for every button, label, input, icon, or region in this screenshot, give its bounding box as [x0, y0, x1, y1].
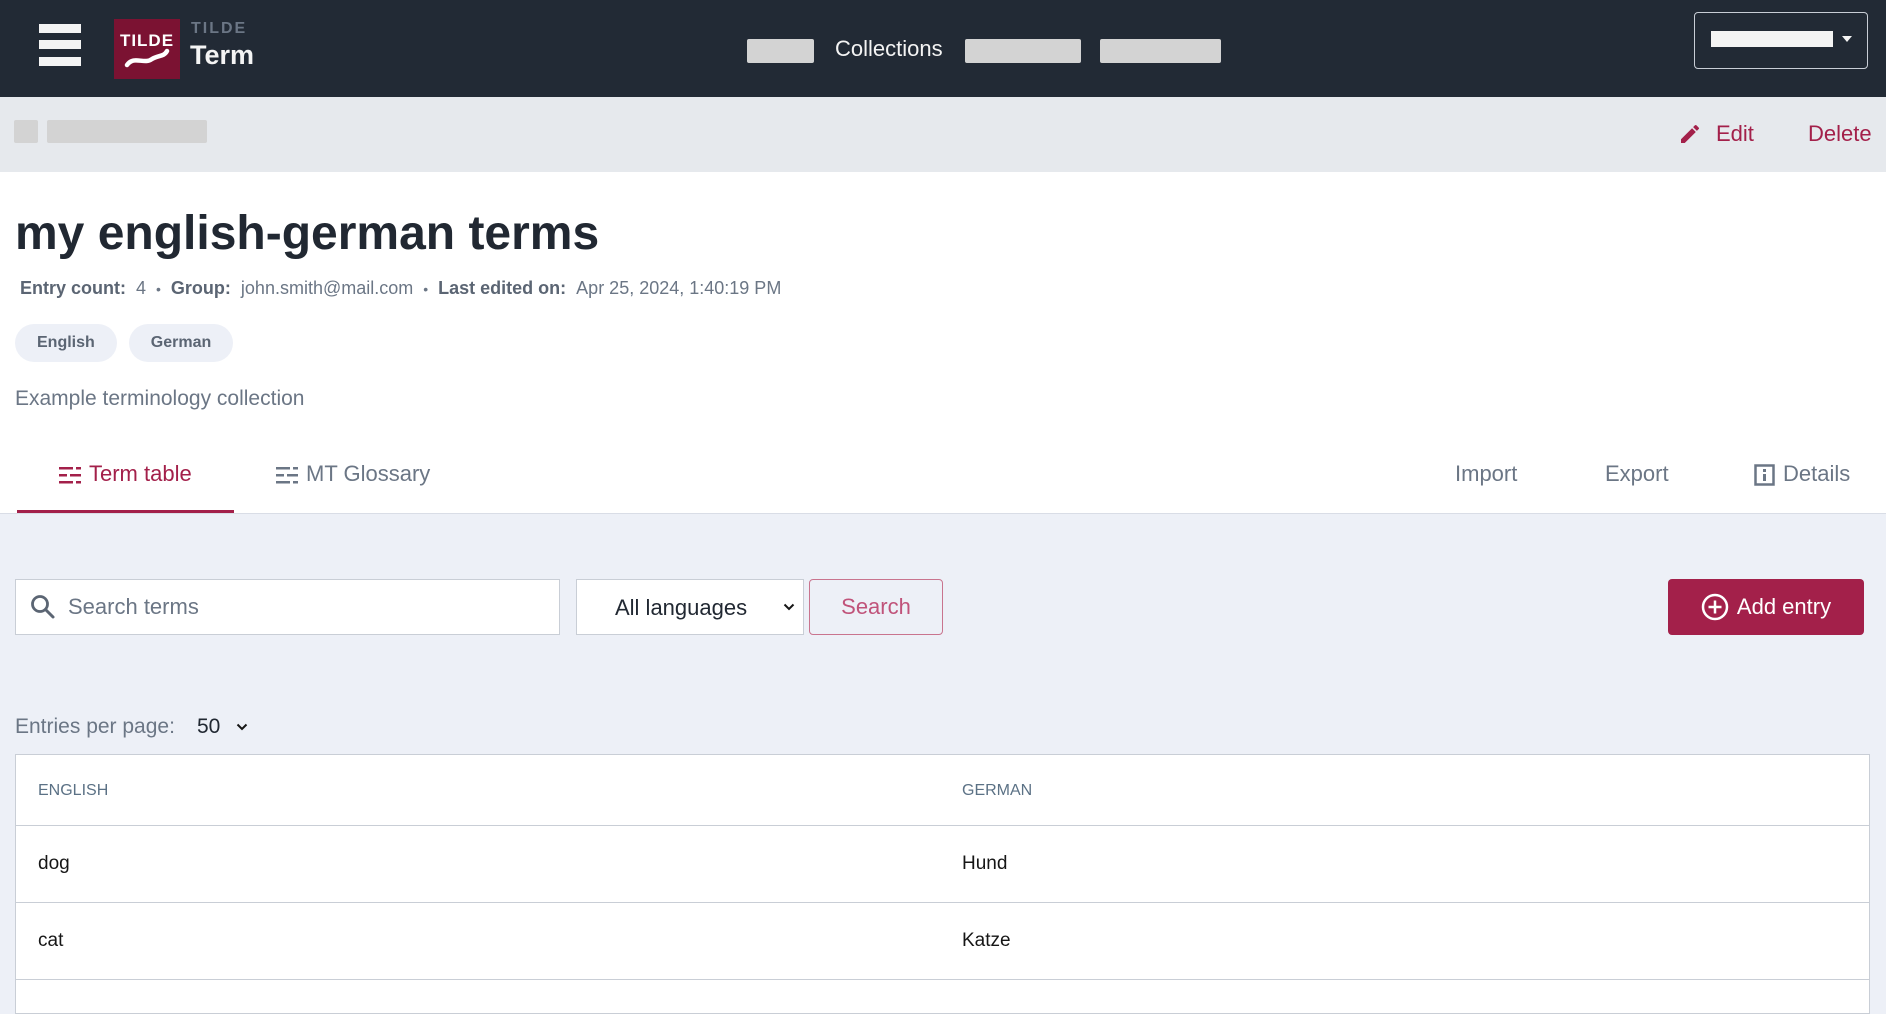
add-entry-button[interactable]: Add entry — [1668, 579, 1864, 635]
table-row[interactable]: dog Hund — [16, 826, 1869, 903]
last-edited-value: Apr 25, 2024, 1:40:19 PM — [576, 278, 782, 298]
edit-button[interactable]: Edit — [1678, 119, 1754, 149]
add-entry-label: Add entry — [1736, 594, 1832, 619]
brand-product-name: Term — [190, 40, 255, 70]
user-menu-dropdown[interactable] — [1694, 12, 1868, 69]
table-row[interactable]: cat Katze — [16, 903, 1869, 980]
info-icon — [1754, 464, 1775, 486]
tilde-logo[interactable]: TILDE — [114, 19, 180, 79]
collection-description: Example terminology collection — [15, 387, 305, 410]
collection-info: my english-german terms Entry count: 4 •… — [0, 172, 1886, 514]
cell-english: cat — [38, 930, 64, 951]
tab-term-table[interactable]: Term table — [59, 461, 192, 513]
search-terms-field[interactable] — [15, 579, 560, 635]
language-tag: English — [15, 324, 117, 362]
delete-button[interactable]: Delete — [1808, 121, 1872, 147]
pencil-icon — [1681, 124, 1700, 143]
last-edited-label: Last edited on: — [438, 278, 567, 298]
column-header-german[interactable]: GERMAN — [962, 782, 1032, 800]
plus-circle-icon — [1701, 593, 1729, 621]
list-icon — [276, 467, 298, 484]
nav-item-redacted-3[interactable] — [1100, 39, 1221, 63]
chevron-down-icon — [783, 603, 795, 611]
chevron-down-icon — [237, 723, 248, 731]
separator-dot: • — [156, 280, 161, 297]
tab-label: Term table — [89, 461, 192, 486]
entries-per-page-label: Entries per page: — [15, 715, 175, 738]
group-value: john.smith@mail.com — [240, 278, 414, 298]
language-tag: German — [128, 324, 234, 362]
details-button[interactable]: Details — [1754, 461, 1850, 487]
term-table: ENGLISH GERMAN dog Hund cat Katze — [15, 754, 1870, 1014]
entry-count-label: Entry count: — [20, 278, 126, 298]
import-button[interactable]: Import — [1455, 461, 1517, 487]
user-name-redacted — [1711, 31, 1833, 47]
column-header-english[interactable]: ENGLISH — [38, 782, 108, 800]
brand-company: TILDE — [191, 20, 248, 37]
separator-dot: • — [423, 280, 429, 297]
group-label: Group: — [170, 278, 231, 298]
breadcrumb-bar — [0, 97, 1886, 172]
menu-icon[interactable] — [39, 24, 81, 66]
edit-label: Edit — [1716, 121, 1754, 146]
language-tags: English German — [15, 324, 234, 362]
search-terms-input[interactable] — [68, 580, 548, 634]
page-title: my english-german terms — [15, 207, 600, 260]
cell-english: dog — [38, 853, 70, 874]
entry-count-value: 4 — [136, 278, 147, 298]
entries-per-page-select[interactable]: 50 — [197, 715, 248, 739]
nav-item-redacted-2[interactable] — [965, 39, 1081, 63]
breadcrumb-home-redacted[interactable] — [14, 120, 38, 143]
caret-down-icon — [1842, 36, 1852, 42]
details-label: Details — [1783, 461, 1851, 486]
table-header: ENGLISH GERMAN — [16, 755, 1869, 826]
breadcrumb-item-redacted[interactable] — [47, 120, 207, 143]
nav-item-collections[interactable]: Collections — [835, 36, 943, 62]
collection-meta: Entry count: 4 • Group: john.smith@mail.… — [20, 278, 781, 299]
nav-item-redacted-1[interactable] — [747, 39, 814, 63]
cell-german: Hund — [962, 853, 1008, 874]
tab-label: MT Glossary — [306, 461, 431, 486]
export-button[interactable]: Export — [1605, 461, 1669, 487]
search-icon — [31, 595, 55, 619]
language-filter-select[interactable]: All languages — [576, 579, 804, 635]
cell-german: Katze — [962, 930, 1011, 951]
tab-mt-glossary[interactable]: MT Glossary — [276, 461, 430, 513]
svg-text:TILDE: TILDE — [120, 31, 174, 50]
active-tab-indicator — [17, 510, 234, 513]
list-icon — [59, 467, 81, 484]
top-navigation-bar: TILDE TILDE Term Collections — [0, 0, 1886, 97]
language-filter-value: All languages — [615, 595, 748, 620]
entries-per-page-value: 50 — [197, 715, 221, 738]
search-button[interactable]: Search — [809, 579, 943, 635]
